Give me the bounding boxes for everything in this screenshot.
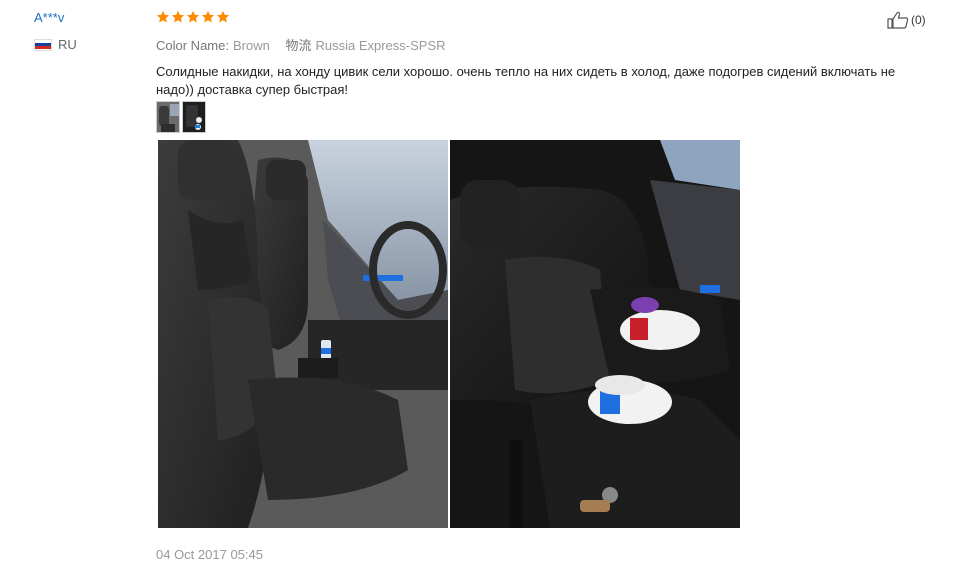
star-icon [156, 10, 170, 23]
review-date: 04 Oct 2017 05:45 [156, 547, 263, 562]
helpful-button[interactable]: (0) [887, 11, 926, 29]
star-icon [186, 10, 200, 23]
reviewer-country: RU [34, 37, 144, 52]
shipping-label: 物流 [285, 38, 312, 53]
review-photos [158, 140, 740, 528]
reviewer-username[interactable]: A***v [34, 10, 144, 25]
thumbs-up-icon [887, 11, 909, 29]
helpful-count: (0) [911, 13, 926, 27]
review-photo[interactable] [158, 140, 448, 528]
photo-thumbnail[interactable] [156, 101, 180, 133]
shipping-value: Russia Express-SPSR [315, 38, 446, 53]
star-icon [171, 10, 185, 23]
country-code: RU [58, 37, 77, 52]
star-icon [201, 10, 215, 23]
star-icon [216, 10, 230, 23]
reviewer-info: A***v RU [34, 10, 144, 52]
review-body: Color Name: Brown 物流 Russia Express-SPSR С… [156, 10, 936, 133]
photo-thumbnail[interactable] [182, 101, 206, 133]
photo-thumbnails [156, 101, 936, 133]
star-rating [156, 10, 936, 26]
review-photo[interactable] [450, 140, 740, 528]
review-text: Солидные накидки, на хонду цивик сели хо… [156, 64, 896, 97]
color-value: Brown [232, 38, 270, 53]
russia-flag-icon [34, 38, 52, 51]
review-meta: Color Name: Brown 物流 Russia Express-SPSR [156, 35, 936, 54]
color-label: Color Name: [156, 38, 229, 53]
